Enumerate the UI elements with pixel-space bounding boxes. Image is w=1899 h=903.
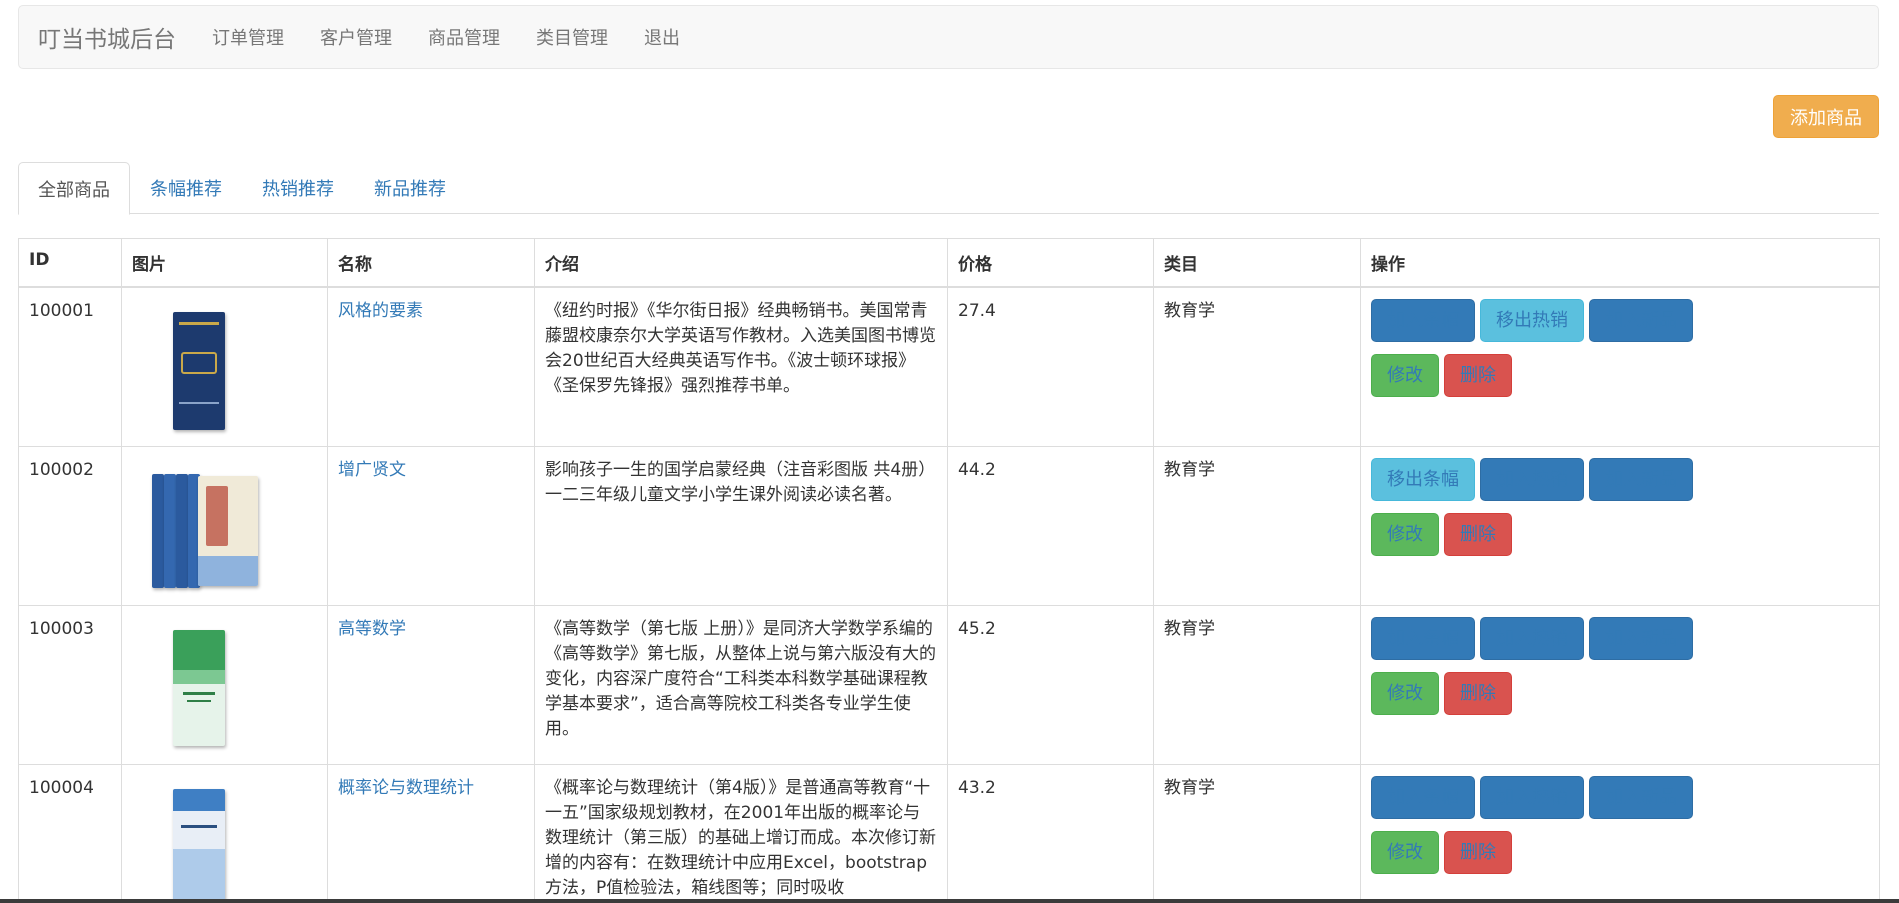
book-cover-image — [152, 460, 258, 588]
remove-hot-button[interactable]: 移出热销 — [1480, 299, 1584, 342]
top-navbar: 叮当书城后台 订单管理 客户管理 商品管理 类目管理 退出 — [18, 5, 1879, 69]
col-header-image: 图片 — [121, 238, 328, 288]
cell-intro: 《纽约时报》《华尔街日报》经典畅销书。美国常青藤盟校康奈尔大学英语写作教材。入选… — [534, 286, 948, 447]
cell-actions: 加入条幅 加入热销 加入新品 修改 删除 — [1360, 604, 1880, 765]
cell-intro: 影响孩子一生的国学启蒙经典（注音彩图版 共4册）一二三年级儿童文学小学生课外阅读… — [534, 445, 948, 606]
cell-name: 增广贤文 — [327, 445, 535, 606]
cell-id: 100004 — [18, 763, 122, 903]
book-cover-image — [152, 301, 258, 430]
col-header-id: ID — [18, 238, 122, 288]
cell-actions: 移出条幅 加入热销 加入新品 修改 删除 — [1360, 445, 1880, 606]
book-cover-image — [152, 778, 258, 903]
cell-category: 教育学 — [1153, 286, 1361, 447]
col-header-name: 名称 — [327, 238, 535, 288]
add-banner-button[interactable]: 加入条幅 — [1371, 775, 1475, 819]
cell-name: 风格的要素 — [327, 286, 535, 447]
product-name-link[interactable]: 风格的要素 — [338, 301, 423, 321]
cell-name: 概率论与数理统计 — [327, 763, 535, 903]
cell-actions: 加入条幅 移出热销 加入新品 修改 删除 — [1360, 286, 1880, 447]
delete-button[interactable]: 删除 — [1444, 830, 1512, 874]
book-cover-image — [152, 619, 258, 747]
cell-image — [121, 763, 328, 903]
col-header-intro: 介绍 — [534, 238, 948, 288]
tab-all-products[interactable]: 全部商品 — [18, 162, 130, 215]
cell-name: 高等数学 — [327, 604, 535, 765]
tab-new-recommend[interactable]: 新品推荐 — [354, 162, 466, 214]
tab-banner-recommend[interactable]: 条幅推荐 — [130, 162, 242, 214]
add-hot-button[interactable]: 加入热销 — [1480, 616, 1584, 660]
add-product-button[interactable]: 添加商品 — [1773, 95, 1879, 138]
cell-price: 43.2 — [947, 763, 1154, 903]
cell-id: 100001 — [18, 286, 122, 447]
delete-button[interactable]: 删除 — [1444, 512, 1512, 556]
add-banner-button[interactable]: 加入条幅 — [1371, 616, 1475, 660]
add-new-button[interactable]: 加入新品 — [1589, 775, 1693, 819]
window-bottom-edge — [0, 899, 1899, 903]
cell-category: 教育学 — [1153, 604, 1361, 765]
table-header-row: ID 图片 名称 介绍 价格 类目 操作 — [18, 238, 1880, 288]
cell-image — [121, 445, 328, 606]
delete-button[interactable]: 删除 — [1444, 671, 1512, 715]
nav-categories[interactable]: 类目管理 — [518, 24, 626, 50]
nav-products[interactable]: 商品管理 — [410, 24, 518, 50]
edit-button[interactable]: 修改 — [1371, 512, 1439, 556]
cell-price: 45.2 — [947, 604, 1154, 765]
add-hot-button[interactable]: 加入热销 — [1480, 457, 1584, 501]
cell-price: 27.4 — [947, 286, 1154, 447]
add-banner-button[interactable]: 加入条幅 — [1371, 299, 1475, 342]
remove-banner-button[interactable]: 移出条幅 — [1371, 457, 1475, 501]
col-header-actions: 操作 — [1360, 238, 1880, 288]
cell-image — [121, 604, 328, 765]
cell-id: 100003 — [18, 604, 122, 765]
product-name-link[interactable]: 概率论与数理统计 — [338, 778, 474, 798]
add-new-button[interactable]: 加入新品 — [1589, 457, 1693, 501]
add-hot-button[interactable]: 加入热销 — [1480, 775, 1584, 819]
cell-category: 教育学 — [1153, 445, 1361, 606]
add-new-button[interactable]: 加入新品 — [1589, 299, 1693, 342]
edit-button[interactable]: 修改 — [1371, 830, 1439, 874]
table-row: 100003 高等数学 《高等数学（第七版 上册）》是同济大学数学系编的《高等数… — [18, 604, 1880, 765]
cell-id: 100002 — [18, 445, 122, 606]
table-row: 100001 风格的要素 《纽约时报》《华尔街日报》经典畅销书。美国常青藤盟校康… — [18, 286, 1880, 447]
product-tabs: 全部商品 条幅推荐 热销推荐 新品推荐 — [18, 162, 1879, 215]
product-name-link[interactable]: 增广贤文 — [338, 460, 406, 480]
nav-orders[interactable]: 订单管理 — [194, 24, 302, 50]
delete-button[interactable]: 删除 — [1444, 354, 1512, 397]
nav-logout[interactable]: 退出 — [626, 24, 698, 50]
edit-button[interactable]: 修改 — [1371, 354, 1439, 397]
col-header-category: 类目 — [1153, 238, 1361, 288]
cell-image — [121, 286, 328, 447]
cell-actions: 加入条幅 加入热销 加入新品 修改 删除 — [1360, 763, 1880, 903]
col-header-price: 价格 — [947, 238, 1154, 288]
tab-hot-recommend[interactable]: 热销推荐 — [242, 162, 354, 214]
add-new-button[interactable]: 加入新品 — [1589, 616, 1693, 660]
table-row: 100002 增广贤文 影响孩子一生的国学启蒙经典（注音彩图版 共4册）一二三年… — [18, 445, 1880, 606]
cell-category: 教育学 — [1153, 763, 1361, 903]
cell-intro: 《高等数学（第七版 上册）》是同济大学数学系编的《高等数学》第七版，从整体上说与… — [534, 604, 948, 765]
product-table: ID 图片 名称 介绍 价格 类目 操作 100001 风格的要素 《纽约时报》… — [18, 238, 1880, 903]
table-row: 100004 概率论与数理统计 《概率论与数理统计（第4版）》是普通高等教育“十… — [18, 763, 1880, 903]
nav-customers[interactable]: 客户管理 — [302, 24, 410, 50]
cell-intro: 《概率论与数理统计（第4版）》是普通高等教育“十一五”国家级规划教材，在2001… — [534, 763, 948, 903]
product-name-link[interactable]: 高等数学 — [338, 619, 406, 639]
edit-button[interactable]: 修改 — [1371, 671, 1439, 715]
navbar-brand[interactable]: 叮当书城后台 — [19, 20, 194, 54]
cell-price: 44.2 — [947, 445, 1154, 606]
